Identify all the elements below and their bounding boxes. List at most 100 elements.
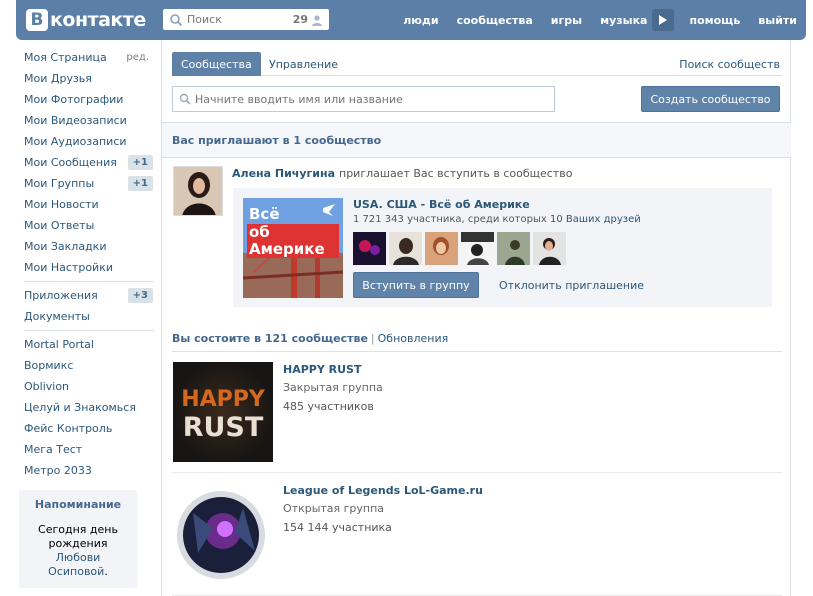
community-members: 154 144 участника xyxy=(283,521,392,534)
sidebar-item-friends[interactable]: Мои Друзья xyxy=(17,68,157,89)
inviter-name-link[interactable]: Алена Пичугина xyxy=(232,167,335,180)
tab-communities[interactable]: Сообщества xyxy=(172,52,261,76)
sidebar-item-documents[interactable]: Документы xyxy=(17,306,157,327)
friend-avatars xyxy=(353,232,566,265)
app-label: Mortal Portal xyxy=(24,338,94,351)
reminder-person-link[interactable]: Любови Осиповой xyxy=(48,551,104,578)
nav-logout[interactable]: выйти xyxy=(749,14,806,27)
invitations-header: Вас приглашают в 1 сообщество xyxy=(162,122,791,158)
friends-in-group-link[interactable]: 10 Ваших друзей xyxy=(550,214,641,225)
messages-badge: +1 xyxy=(127,155,153,170)
sidebar-item-label: Мои Ответы xyxy=(24,219,95,232)
sidebar-item-label: Мои Аудиозаписи xyxy=(24,135,127,148)
friend-avatar[interactable] xyxy=(461,232,494,265)
tab-search-communities[interactable]: Поиск сообществ xyxy=(679,52,780,76)
cover-title: Всё об Америке xyxy=(247,206,339,259)
top-header: В контакте 29 люди сообщества игры музык… xyxy=(16,0,806,40)
search-input[interactable] xyxy=(187,13,287,26)
updates-link[interactable]: Обновления xyxy=(378,332,449,345)
nav-help[interactable]: помощь xyxy=(680,14,749,27)
inviter-avatar[interactable] xyxy=(173,166,223,216)
community-search-input[interactable] xyxy=(195,92,535,106)
header-search[interactable]: 29 xyxy=(163,9,329,30)
reminder-text: Сегодня день рождения Любови Осиповой. xyxy=(25,523,131,579)
community-type: Открытая группа xyxy=(283,502,385,515)
sidebar-item-groups[interactable]: Мои Группы +1 xyxy=(17,173,157,194)
sidebar-app-link[interactable]: Фейс Контроль xyxy=(17,418,157,439)
app-label: Фейс Контроль xyxy=(24,422,113,435)
community-thumbnail[interactable]: HAPPY RUST xyxy=(173,362,273,462)
friend-avatar[interactable] xyxy=(353,232,386,265)
friend-avatar[interactable] xyxy=(533,232,566,265)
play-icon[interactable] xyxy=(652,9,675,31)
nav-communities[interactable]: сообщества xyxy=(448,14,542,27)
nav-games[interactable]: игры xyxy=(542,14,591,27)
sidebar-item-label: Мои Друзья xyxy=(24,72,92,85)
app-label: Вормикс xyxy=(24,359,74,372)
sidebar-item-label: Мои Фотографии xyxy=(24,93,124,106)
community-members: 485 участников xyxy=(283,400,374,413)
apps-badge: +3 xyxy=(127,288,153,303)
invited-group-name[interactable]: USA. США - Всё об Америке xyxy=(353,198,530,211)
search-count: 29 xyxy=(292,13,308,26)
my-communities-title: Вы состоите в 121 сообществе xyxy=(172,332,368,345)
friend-avatar[interactable] xyxy=(497,232,530,265)
sidebar-item-news[interactable]: Мои Новости xyxy=(17,194,157,215)
search-icon xyxy=(170,13,183,26)
tab-manage[interactable]: Управление xyxy=(260,52,347,76)
app-label: Мега Тест xyxy=(24,443,83,456)
sidebar-item-my-page[interactable]: Моя Страница ред. xyxy=(17,47,157,68)
sidebar-item-messages[interactable]: Мои Сообщения +1 xyxy=(17,152,157,173)
cover-line-1: Всё xyxy=(249,205,280,223)
sidebar-item-label: Мои Настройки xyxy=(24,261,113,274)
sidebar-item-label: Мои Группы xyxy=(24,177,95,190)
community-type: Закрытая группа xyxy=(283,381,383,394)
logo-text: контакте xyxy=(50,9,146,31)
happy-rust-logo: HAPPY RUST xyxy=(173,362,273,462)
sidebar-item-label: Моя Страница xyxy=(24,51,107,64)
join-group-button[interactable]: Вступить в группу xyxy=(353,272,479,298)
create-community-button[interactable]: Создать сообщество xyxy=(641,86,780,112)
sidebar-item-label: Документы xyxy=(24,310,90,323)
person-icon[interactable] xyxy=(311,14,323,26)
sidebar-item-photos[interactable]: Мои Фотографии xyxy=(17,89,157,110)
invitation-card: Всё об Америке USA. США - Всё об Америке… xyxy=(233,188,772,307)
community-thumbnail[interactable] xyxy=(173,483,273,583)
search-icon xyxy=(179,93,191,105)
group-cover-image[interactable]: Всё об Америке xyxy=(243,198,343,298)
community-search[interactable] xyxy=(172,86,555,112)
friend-avatar[interactable] xyxy=(389,232,422,265)
sidebar-app-link[interactable]: Вормикс xyxy=(17,355,157,376)
app-label: Метро 2033 xyxy=(24,464,92,477)
sidebar-app-link[interactable]: Мега Тест xyxy=(17,439,157,460)
sidebar-app-link[interactable]: Метро 2033 xyxy=(17,460,157,481)
sidebar-item-settings[interactable]: Мои Настройки xyxy=(17,257,157,278)
decline-invitation-link[interactable]: Отклонить приглашение xyxy=(499,279,644,292)
league-of-legends-logo xyxy=(173,483,273,583)
thumb-text-happy: HAPPY xyxy=(181,387,266,412)
app-label: Oblivion xyxy=(24,380,70,393)
sidebar-app-link[interactable]: Целуй и Знакомься xyxy=(17,397,157,418)
main-content: Сообщества Управление Поиск сообществ Со… xyxy=(161,40,791,596)
sidebar-item-videos[interactable]: Мои Видеозаписи xyxy=(17,110,157,131)
nav-music[interactable]: музыка xyxy=(591,14,656,27)
edit-link[interactable]: ред. xyxy=(126,52,149,63)
inviter-action-text: приглашает Вас вступить в сообщество xyxy=(339,167,573,180)
groups-badge: +1 xyxy=(127,176,153,191)
sidebar-app-link[interactable]: Mortal Portal xyxy=(17,334,157,355)
nav-people[interactable]: люди xyxy=(394,14,447,27)
left-sidebar: Моя Страница ред. Мои Друзья Мои Фотограф… xyxy=(17,47,157,588)
cover-line-2: об Америке xyxy=(247,224,339,258)
community-name-link[interactable]: HAPPY RUST xyxy=(283,363,361,376)
sidebar-item-bookmarks[interactable]: Мои Закладки xyxy=(17,236,157,257)
sidebar-item-answers[interactable]: Мои Ответы xyxy=(17,215,157,236)
inviter-line: Алена Пичугина приглашает Вас вступить в … xyxy=(232,167,572,180)
vk-logo[interactable]: В контакте xyxy=(26,8,146,32)
thumb-text-rust: RUST xyxy=(183,412,264,443)
community-row: League of Legends LoL-Game.ru Открытая г… xyxy=(172,481,782,596)
community-name-link[interactable]: League of Legends LoL-Game.ru xyxy=(283,484,483,497)
sidebar-item-apps[interactable]: Приложения +3 xyxy=(17,285,157,306)
friend-avatar[interactable] xyxy=(425,232,458,265)
sidebar-app-link[interactable]: Oblivion xyxy=(17,376,157,397)
sidebar-item-audio[interactable]: Мои Аудиозаписи xyxy=(17,131,157,152)
